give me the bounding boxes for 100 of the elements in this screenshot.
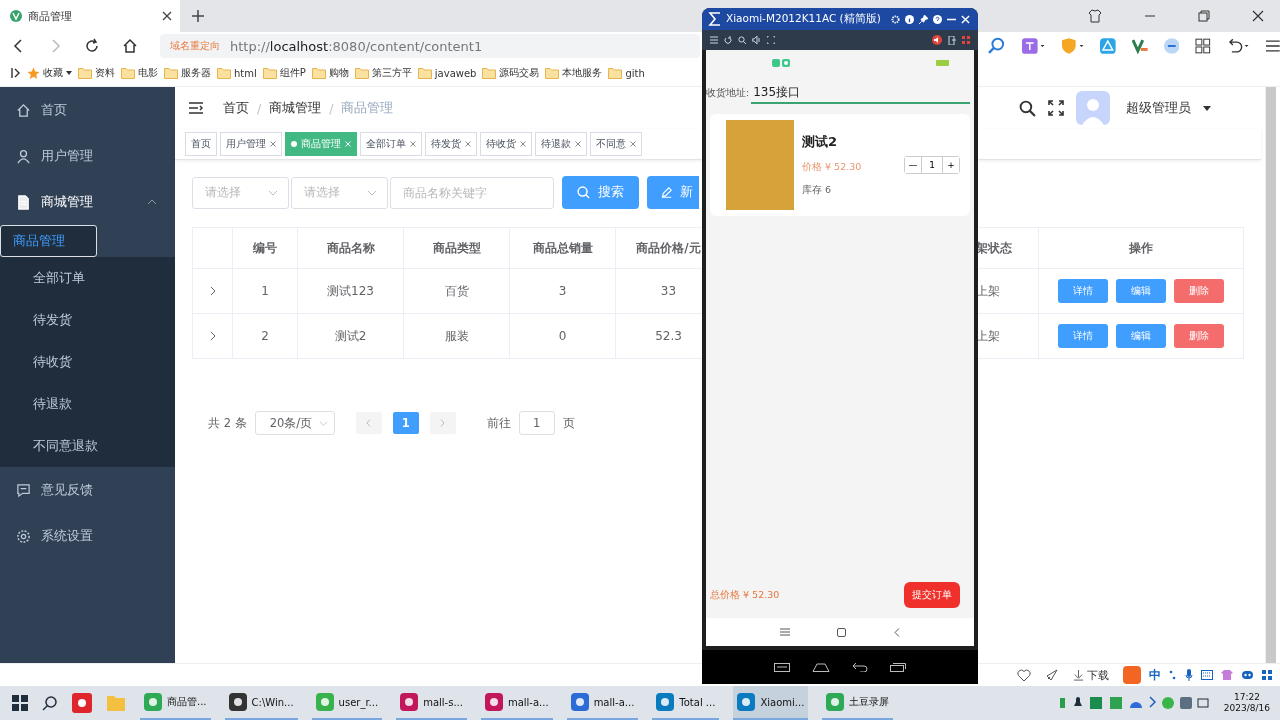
recent-apps-icon[interactable] bbox=[890, 662, 906, 672]
home-icon[interactable] bbox=[122, 38, 138, 54]
back-icon[interactable] bbox=[852, 662, 868, 672]
v-logo-icon[interactable] bbox=[1132, 38, 1148, 54]
bookmark[interactable]: 服务器 bbox=[164, 66, 211, 80]
breadcrumb-item[interactable]: 首页 bbox=[223, 99, 249, 117]
reload-icon[interactable] bbox=[84, 38, 100, 54]
bookmark[interactable]: 组件P bbox=[262, 66, 306, 80]
taskbar-app[interactable]: Xiaomi... bbox=[733, 686, 809, 720]
fullscreen-icon[interactable] bbox=[1048, 100, 1064, 116]
tag-tab[interactable]: 用户管理 bbox=[220, 132, 282, 156]
breadcrumb-item[interactable]: 商城管理 bbox=[269, 99, 322, 117]
taskbar-app[interactable]: 商品管... bbox=[140, 686, 211, 720]
download-button[interactable]: 下载 bbox=[1073, 667, 1109, 683]
list-icon[interactable] bbox=[710, 36, 718, 44]
submenu-item[interactable]: 待发货 bbox=[0, 299, 175, 341]
home-icon[interactable] bbox=[812, 662, 830, 672]
sidebar-item[interactable]: 意见反馈 bbox=[0, 467, 175, 513]
triangle-app-icon[interactable] bbox=[1100, 38, 1117, 54]
browser-tab[interactable]: 商品管理 bbox=[0, 0, 180, 32]
clock-date[interactable]: 2023/8/16 bbox=[1223, 703, 1270, 714]
grid-icon[interactable] bbox=[1195, 38, 1211, 54]
taskbar-app[interactable]: 土豆录屏 bbox=[822, 686, 894, 720]
submenu-item[interactable]: 待收货 bbox=[0, 341, 175, 383]
translate-icon[interactable] bbox=[1021, 38, 1045, 54]
decrement-button[interactable]: — bbox=[905, 157, 921, 173]
tag-tab[interactable]: 全部订单 bbox=[360, 132, 422, 156]
settings-icon[interactable] bbox=[891, 14, 900, 24]
bookmark[interactable]: 购物 bbox=[311, 66, 349, 80]
taskbar-app[interactable]: C:\Win... bbox=[224, 686, 298, 720]
sidebar-item[interactable]: 首页 bbox=[0, 87, 175, 133]
robot-icon[interactable] bbox=[1241, 670, 1254, 680]
page-size-select[interactable]: 20条/页 bbox=[254, 411, 335, 435]
punctuation-icon[interactable] bbox=[1169, 670, 1177, 680]
submenu-item[interactable]: 全部订单 bbox=[0, 257, 175, 299]
submit-order-button[interactable]: 提交订单 bbox=[904, 582, 960, 608]
bookmark[interactable]: 资料 bbox=[78, 66, 115, 80]
bookmark[interactable]: 本地服务 bbox=[545, 66, 603, 80]
user-name[interactable]: 超级管理员 bbox=[1126, 99, 1191, 117]
goto-page-field[interactable]: 1 bbox=[518, 411, 555, 435]
tag-tab[interactable]: 待收货 bbox=[480, 132, 532, 156]
close-icon[interactable] bbox=[162, 11, 172, 21]
bookmark[interactable]: 第三方平 bbox=[354, 66, 412, 80]
submenu-item[interactable]: 待退款 bbox=[0, 383, 175, 425]
taskbar-app[interactable]: mall-a... bbox=[480, 686, 553, 720]
search-icon[interactable] bbox=[42, 695, 58, 711]
clock-time[interactable]: 17:22 bbox=[1233, 692, 1260, 703]
taskbar-app[interactable]: Total ... bbox=[652, 686, 720, 720]
bookmark[interactable]: 电影 bbox=[121, 66, 158, 80]
bookmark[interactable]: gith bbox=[608, 67, 645, 79]
tag-tab[interactable]: 待退款 bbox=[535, 132, 587, 156]
undo-icon[interactable] bbox=[1226, 38, 1251, 54]
taskbar-app[interactable]: user_r... bbox=[311, 686, 383, 720]
keyboard-icon[interactable] bbox=[1201, 670, 1213, 680]
address-field[interactable]: 135接口 bbox=[751, 82, 970, 104]
tag-tab[interactable]: 首页 bbox=[185, 132, 217, 156]
info-icon[interactable] bbox=[905, 14, 914, 24]
heart-icon[interactable] bbox=[1017, 668, 1031, 682]
help-icon[interactable] bbox=[933, 14, 942, 24]
windows-logo-icon[interactable] bbox=[12, 695, 28, 711]
restore-icon[interactable] bbox=[1198, 10, 1210, 22]
new-tab-icon[interactable] bbox=[192, 10, 204, 22]
bookmark[interactable]: 收藏 bbox=[27, 66, 72, 80]
sidebar-item[interactable]: 商城管理 bbox=[0, 179, 175, 225]
pin-icon[interactable] bbox=[919, 14, 928, 24]
ime-mode[interactable]: 中 bbox=[1149, 666, 1161, 684]
apps-icon[interactable] bbox=[962, 36, 970, 44]
app-icon[interactable] bbox=[72, 693, 92, 713]
submenu-item[interactable]: 商品管理 bbox=[0, 225, 97, 257]
microphone-icon[interactable] bbox=[1185, 669, 1193, 681]
tag-tab[interactable]: 待发货 bbox=[425, 132, 477, 156]
close-icon[interactable] bbox=[1252, 10, 1264, 22]
sidebar-item[interactable]: 系统设置 bbox=[0, 513, 175, 559]
rocket-icon[interactable] bbox=[1045, 668, 1059, 682]
taskbar-app[interactable]: mall-s... bbox=[396, 686, 467, 720]
bookmark[interactable]: html bbox=[217, 67, 257, 79]
bookmark[interactable]: 源码交易 bbox=[482, 66, 540, 80]
tray-icons-drawing[interactable] bbox=[1059, 696, 1210, 710]
volume-icon[interactable] bbox=[752, 36, 761, 44]
tag-tab[interactable]: 不同意 bbox=[590, 132, 642, 156]
minus-circle-icon[interactable] bbox=[1163, 38, 1180, 54]
mute-icon[interactable] bbox=[932, 35, 942, 45]
export-icon[interactable] bbox=[948, 35, 956, 45]
ime-toolbar[interactable]: 中 bbox=[1123, 666, 1272, 684]
address-field[interactable]: 域名重定向 http://localhost:8080/content/content1 bbox=[160, 34, 700, 58]
expand-icon[interactable] bbox=[209, 331, 216, 341]
home-square-icon[interactable] bbox=[837, 627, 847, 637]
caret-icon[interactable] bbox=[1203, 105, 1211, 111]
shirt-icon[interactable] bbox=[1088, 9, 1102, 23]
expand-icon[interactable] bbox=[209, 286, 216, 296]
quantity-field[interactable]: 1 bbox=[921, 157, 943, 173]
zoom-icon[interactable] bbox=[738, 36, 746, 44]
rotate-icon[interactable] bbox=[724, 36, 732, 44]
quantity-stepper[interactable]: — 1 + bbox=[904, 156, 960, 174]
scrollbar[interactable] bbox=[1265, 87, 1276, 663]
submenu-item[interactable]: 不同意退款 bbox=[0, 425, 175, 467]
search-icon[interactable] bbox=[1019, 99, 1036, 117]
keyword-field[interactable]: 商品名称关键字 bbox=[390, 176, 554, 209]
sidebar-toggle-icon[interactable] bbox=[10, 67, 22, 79]
sidebar-item[interactable]: 用户管理 bbox=[0, 133, 175, 179]
